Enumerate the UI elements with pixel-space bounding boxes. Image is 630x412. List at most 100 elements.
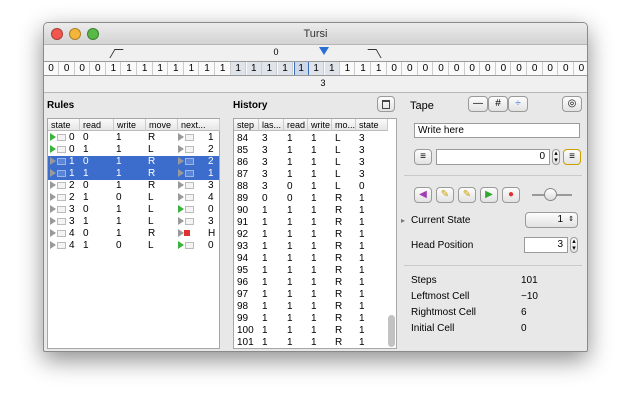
rules-column-header[interactable]: state: [48, 119, 80, 131]
history-row[interactable]: 95 1 1 1 R 1: [234, 265, 396, 277]
head-position-stepper[interactable]: ▴ ▾: [570, 237, 578, 253]
history-row[interactable]: 101 1 1 1 R 1: [234, 337, 396, 349]
rule-row[interactable]: 011L2: [48, 144, 219, 156]
history-row[interactable]: 98 1 1 1 R 1: [234, 301, 396, 313]
history-column-header[interactable]: read: [284, 119, 308, 131]
tape-cell[interactable]: 1: [309, 62, 325, 75]
history-row[interactable]: 90 1 1 1 R 1: [234, 205, 396, 217]
history-scrollbar[interactable]: [388, 315, 395, 347]
rules-column-header[interactable]: move: [146, 119, 178, 131]
tape-cell[interactable]: 0: [418, 62, 434, 75]
disclosure-icon[interactable]: ▸: [401, 216, 405, 225]
history-column-header[interactable]: state: [356, 119, 388, 131]
tape-cell[interactable]: 1: [122, 62, 137, 75]
camera-snapshot-button[interactable]: ◎: [562, 96, 582, 112]
history-table[interactable]: step las... read write mo... state 84 3 1 1 L 3 85 3 1…: [233, 118, 397, 349]
rules-table[interactable]: state read write move next... 0 0 1 R 1 0 1 1 L 2 1 0 1 R 2…: [47, 118, 220, 349]
tape-cell[interactable]: 1: [200, 62, 215, 75]
tape-cell[interactable]: 0: [559, 62, 574, 75]
history-row[interactable]: 93 1 1 1 R 1: [234, 241, 396, 253]
tape-cell[interactable]: 1: [153, 62, 169, 75]
history-row[interactable]: 94 1 1 1 R 1: [234, 253, 396, 265]
tape-cell[interactable]: 0: [387, 62, 403, 75]
tape-fill-button[interactable]: #: [488, 96, 508, 112]
tape-position-stepper[interactable]: ▴ ▾: [552, 149, 560, 165]
history-row[interactable]: 97 1 1 1 R 1: [234, 289, 396, 301]
history-row[interactable]: 92 1 1 1 R 1: [234, 229, 396, 241]
step-back-button[interactable]: ✎: [436, 187, 454, 203]
history-column-header[interactable]: step: [234, 119, 259, 131]
tape-cell[interactable]: 1: [356, 62, 371, 75]
step-button[interactable]: ✎: [458, 187, 476, 203]
tape-cell[interactable]: 0: [465, 62, 481, 75]
history-row[interactable]: 87 3 1 1 L 3: [234, 169, 396, 181]
tape-cell[interactable]: 1: [184, 62, 200, 75]
history-row[interactable]: 84 3 1 1 L 3: [234, 133, 396, 145]
tape-shift-left-button[interactable]: —: [468, 96, 488, 112]
rule-row[interactable]: 311L3: [48, 216, 219, 228]
history-column-header[interactable]: write: [308, 119, 332, 131]
save-tape-button[interactable]: ≡: [563, 149, 581, 165]
history-row[interactable]: 88 3 0 1 L 0: [234, 181, 396, 193]
history-row[interactable]: 99 1 1 1 R 1: [234, 313, 396, 325]
tape-area[interactable]: 0 00001111111111111111110000000000000 3: [44, 45, 587, 93]
tape-cell[interactable]: 1: [372, 62, 387, 75]
tape-cell[interactable]: 1: [246, 62, 262, 75]
tape-cell[interactable]: 1: [340, 62, 356, 75]
rules-column-header[interactable]: next...: [178, 119, 220, 131]
tape-cell[interactable]: 1: [169, 62, 184, 75]
tape-cell[interactable]: 0: [434, 62, 449, 75]
tape-cell[interactable]: 1: [262, 62, 278, 75]
tape-cell[interactable]: 0: [91, 62, 106, 75]
tape-cell[interactable]: 1: [106, 62, 122, 75]
rules-column-header[interactable]: write: [114, 119, 146, 131]
rules-column-header[interactable]: read: [80, 119, 114, 131]
head-position-field[interactable]: 3: [524, 237, 568, 253]
zoom-window-button[interactable]: [87, 28, 99, 40]
tape-cell[interactable]: 0: [512, 62, 527, 75]
history-row[interactable]: 85 3 1 1 L 3: [234, 145, 396, 157]
load-tape-button[interactable]: ≡: [414, 149, 432, 165]
tape-strip[interactable]: 00001111111111111111110000000000000: [44, 61, 587, 76]
minimize-window-button[interactable]: [69, 28, 81, 40]
history-row[interactable]: 86 3 1 1 L 3: [234, 157, 396, 169]
tape-cell[interactable]: 1: [293, 62, 309, 75]
history-row[interactable]: 96 1 1 1 R 1: [234, 277, 396, 289]
tape-cell[interactable]: 1: [138, 62, 153, 75]
history-row[interactable]: 89 0 0 1 R 1: [234, 193, 396, 205]
rule-row[interactable]: 41 0 L 0: [48, 240, 219, 252]
tape-cell[interactable]: 0: [528, 62, 543, 75]
history-column-header[interactable]: mo...: [332, 119, 356, 131]
history-column-header[interactable]: las...: [259, 119, 284, 131]
tape-cell[interactable]: 1: [324, 62, 340, 75]
tape-center-button[interactable]: ÷: [508, 96, 528, 112]
clear-history-button[interactable]: [377, 96, 395, 112]
tape-cell[interactable]: 1: [231, 62, 247, 75]
history-row[interactable]: 91 1 1 1 R 1: [234, 217, 396, 229]
stop-button[interactable]: ●: [502, 187, 520, 203]
tape-cell[interactable]: 0: [403, 62, 418, 75]
speed-slider-knob[interactable]: [544, 188, 557, 201]
head-marker-icon[interactable]: [319, 47, 329, 55]
tape-text-input[interactable]: [414, 123, 580, 138]
rule-row[interactable]: 00 1 R 1: [48, 132, 219, 144]
rule-row[interactable]: 111R1: [48, 168, 219, 180]
tape-cell[interactable]: 0: [543, 62, 559, 75]
tape-cell[interactable]: 0: [75, 62, 91, 75]
rule-row[interactable]: 101R2: [48, 156, 219, 168]
rule-row[interactable]: 20 1 R 3: [48, 180, 219, 192]
run-button[interactable]: ▶: [480, 187, 498, 203]
history-row[interactable]: 100 1 1 1 R 1: [234, 325, 396, 337]
tape-cell[interactable]: 0: [574, 62, 587, 75]
rule-row[interactable]: 301L0: [48, 204, 219, 216]
tape-cell[interactable]: 0: [450, 62, 465, 75]
tape-position-field[interactable]: 0: [436, 149, 550, 165]
tape-cell[interactable]: 1: [278, 62, 293, 75]
tape-cell[interactable]: 0: [496, 62, 512, 75]
tape-cell[interactable]: 1: [216, 62, 231, 75]
close-window-button[interactable]: [51, 28, 63, 40]
tape-cell[interactable]: 0: [481, 62, 496, 75]
rule-row[interactable]: 21 0 L 4: [48, 192, 219, 204]
tape-cell[interactable]: 0: [60, 62, 75, 75]
tape-cell[interactable]: 0: [44, 62, 59, 75]
